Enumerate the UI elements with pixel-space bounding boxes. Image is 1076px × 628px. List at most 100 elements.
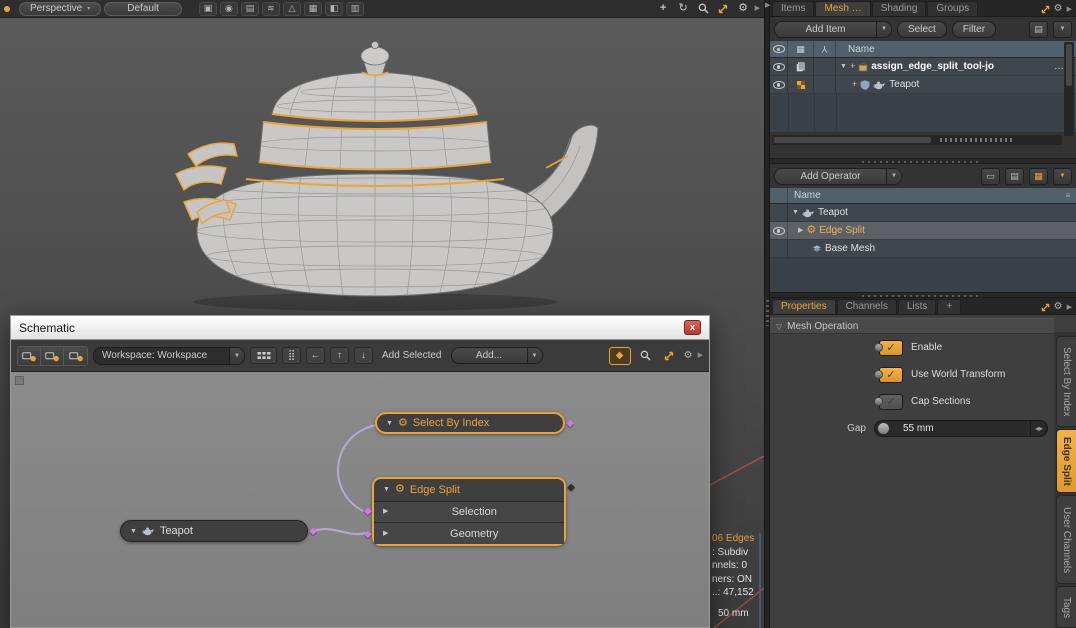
- layout-handle-icon[interactable]: [4, 6, 10, 12]
- expand-panel-icon[interactable]: [660, 347, 679, 364]
- divider-grip[interactable]: [766, 300, 769, 326]
- input-pin-selection[interactable]: ◆: [364, 507, 372, 517]
- add-caret-icon[interactable]: ▼: [527, 348, 542, 363]
- spinner-icon[interactable]: ◂▸: [1030, 421, 1047, 436]
- channel-knob[interactable]: [874, 343, 883, 352]
- input-pin-geometry[interactable]: ◆: [364, 530, 372, 540]
- item-row-assembly[interactable]: ▼ + assign_edge_split_tool-jo …: [770, 58, 1076, 76]
- add-dropdown[interactable]: Add... ▼: [451, 347, 543, 364]
- expand-panel-icon[interactable]: [1041, 303, 1050, 312]
- link-mode-icon[interactable]: ◆: [609, 347, 631, 365]
- expand-caret-icon[interactable]: ▼: [840, 63, 847, 70]
- align-down-icon[interactable]: ↓: [354, 347, 373, 364]
- refresh-node-icon[interactable]: [64, 347, 87, 365]
- maximize-viewport-icon[interactable]: [715, 1, 732, 16]
- pages-icon[interactable]: ▥: [346, 2, 364, 16]
- viewport-gear-icon[interactable]: ⚙: [735, 1, 752, 16]
- workspace-caret-icon[interactable]: ▼: [229, 348, 244, 364]
- ops-filter-icon[interactable]: ▦: [1029, 168, 1048, 185]
- scrollbar-thumb[interactable]: [1066, 44, 1072, 86]
- vertical-scrollbar[interactable]: [1064, 42, 1074, 136]
- node-edge-split[interactable]: ▼ ⚙ Edge Split ▶ Selection ▶ Geometry ◆ …: [372, 477, 566, 546]
- expand-panel-icon[interactable]: [1041, 5, 1050, 14]
- panel-gear-icon[interactable]: ⚙: [684, 351, 693, 361]
- list-view-icon[interactable]: ▤: [1005, 168, 1024, 185]
- item-row-teapot[interactable]: + Teapot: [770, 76, 1076, 94]
- plus-icon[interactable]: +: [850, 62, 855, 71]
- ops-row-teapot[interactable]: ▼ Teapot: [770, 204, 1076, 222]
- printer-icon[interactable]: ▤: [241, 2, 259, 16]
- align-left-icon[interactable]: ←: [306, 347, 325, 364]
- cone-icon[interactable]: △: [283, 2, 301, 16]
- channel-knob[interactable]: [874, 397, 883, 406]
- zoom-icon[interactable]: [695, 1, 712, 16]
- eye-icon[interactable]: [773, 227, 785, 235]
- search-icon[interactable]: [636, 347, 655, 364]
- add-selected-button[interactable]: Add Selected: [378, 350, 446, 361]
- workspace-dropdown[interactable]: Workspace: Workspace ▼: [93, 347, 245, 365]
- add-node-icon[interactable]: [18, 347, 41, 365]
- vtab-edge-split[interactable]: Edge Split: [1056, 429, 1076, 493]
- node-input-selection[interactable]: ▶ Selection: [374, 501, 564, 523]
- horizontal-scrollbar[interactable]: [772, 135, 1062, 145]
- tab-add[interactable]: +: [937, 299, 961, 314]
- panel-overflow-icon[interactable]: ▶: [698, 352, 703, 359]
- vtab-user-channels[interactable]: User Channels: [1056, 495, 1076, 584]
- output-pin[interactable]: ◆: [567, 483, 575, 493]
- mesh-operation-section-header[interactable]: ▽ Mesh Operation: [770, 318, 1054, 334]
- eye-icon[interactable]: [773, 63, 785, 71]
- ops-row-base-mesh[interactable]: Base Mesh: [770, 240, 1076, 258]
- collapse-icon[interactable]: ▽: [776, 322, 782, 331]
- tab-lists[interactable]: Lists: [898, 299, 937, 314]
- list-options-icon[interactable]: ▤: [1029, 21, 1048, 38]
- panel-overflow-icon[interactable]: ▶: [1067, 6, 1072, 13]
- collapsed-caret-icon[interactable]: ▶: [798, 227, 803, 234]
- scrollbar-thumb[interactable]: [774, 137, 931, 143]
- node-teapot[interactable]: ▼ Teapot ◆: [120, 520, 308, 542]
- viewport-overflow-icon[interactable]: ▶: [755, 5, 760, 12]
- layout-columns-icon[interactable]: [250, 347, 277, 364]
- tab-mesh-ops[interactable]: Mesh …: [815, 1, 870, 16]
- add-channel-node-icon[interactable]: [41, 347, 64, 365]
- vtab-select-by-index[interactable]: Select By Index: [1056, 336, 1076, 427]
- node-input-geometry[interactable]: ▶ Geometry: [374, 522, 564, 544]
- node-caret-icon[interactable]: ▼: [386, 420, 393, 427]
- filter-button[interactable]: Filter: [952, 21, 996, 38]
- perspective-dropdown[interactable]: Perspective ▾: [19, 2, 101, 16]
- vtab-tags[interactable]: Tags: [1056, 586, 1076, 628]
- plus-icon[interactable]: +: [852, 80, 857, 89]
- tab-groups[interactable]: Groups: [927, 1, 978, 16]
- rotate-icon[interactable]: ↻: [675, 1, 692, 16]
- channel-knob[interactable]: [874, 370, 883, 379]
- schematic-window[interactable]: Schematic x Workspace: Workspace ▼ ⣿ ← ↑…: [10, 315, 710, 628]
- node-header[interactable]: ▼ ⚙ Edge Split: [374, 479, 564, 501]
- panel-gear-icon[interactable]: ⚙: [1054, 302, 1063, 312]
- list-dropdown-icon[interactable]: ▼: [1053, 21, 1072, 38]
- tab-items[interactable]: Items: [772, 1, 814, 16]
- add-operator-caret-icon[interactable]: ▼: [886, 169, 901, 184]
- tab-channels[interactable]: Channels: [837, 299, 897, 314]
- snap-grid-icon[interactable]: ⣿: [282, 347, 301, 364]
- ops-row-edge-split[interactable]: ▶ ⚙ Edge Split: [770, 222, 1076, 240]
- panel-overflow-icon[interactable]: ▶: [1067, 304, 1072, 311]
- solo-mode-icon[interactable]: ▭: [981, 168, 1000, 185]
- gap-input[interactable]: 55 mm ◂▸: [874, 420, 1048, 437]
- eye-icon[interactable]: [773, 81, 785, 89]
- schematic-graph-canvas[interactable]: ▼ ⚙ Select By Index ◆ ▼ ⚙ Edge Split ▶ S…: [11, 373, 709, 627]
- globe-icon[interactable]: ◉: [220, 2, 238, 16]
- hatch-icon[interactable]: ≋: [262, 2, 280, 16]
- shading-preset-dropdown[interactable]: Default: [104, 2, 182, 16]
- pan-icon[interactable]: +: [655, 1, 672, 16]
- node-caret-icon[interactable]: ▼: [130, 528, 137, 535]
- close-icon[interactable]: x: [684, 320, 701, 335]
- schematic-titlebar[interactable]: Schematic x: [11, 316, 709, 340]
- align-up-icon[interactable]: ↑: [330, 347, 349, 364]
- select-button[interactable]: Select: [897, 21, 947, 38]
- output-pin[interactable]: ◆: [566, 419, 574, 429]
- add-item-caret-icon[interactable]: ▼: [876, 22, 891, 37]
- monitor-icon[interactable]: ▦: [304, 2, 322, 16]
- expand-caret-icon[interactable]: ▼: [792, 209, 799, 216]
- tab-shading[interactable]: Shading: [872, 1, 927, 16]
- mini-slider-knob[interactable]: [878, 423, 889, 434]
- ops-dropdown-icon[interactable]: ▼: [1053, 168, 1072, 185]
